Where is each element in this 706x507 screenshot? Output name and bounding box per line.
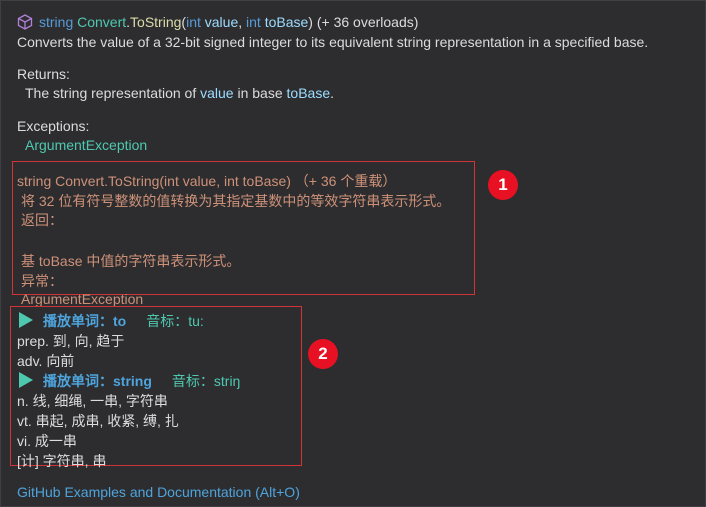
play-word-label[interactable]: 播放单词：string xyxy=(43,373,152,389)
returns-pre: The string representation of xyxy=(25,85,197,101)
return-type: string xyxy=(39,14,74,30)
method-name: ToString xyxy=(130,14,182,30)
param1-type: int xyxy=(186,14,201,30)
play-icon[interactable] xyxy=(19,372,33,388)
definition-line: vt. 串起, 成串, 收紧, 缚, 扎 xyxy=(17,413,179,429)
translation-exception-item: ArgumentException xyxy=(21,291,144,307)
overload-count: (+ 36 overloads) xyxy=(316,14,419,30)
github-docs-link[interactable]: GitHub Examples and Documentation (Alt+O… xyxy=(17,484,300,500)
method-signature: string Convert. ToString(int value, int t… xyxy=(17,12,418,32)
definition-line: adv. 向前 xyxy=(17,353,75,369)
param2-name: toBase xyxy=(264,14,309,30)
definition-line: vi. 成一串 xyxy=(17,433,77,449)
annotation-badge-1: 1 xyxy=(488,170,518,200)
annotation-badge-2: 2 xyxy=(308,339,338,369)
translation-returns-heading: 返回： xyxy=(21,212,63,228)
returns-param-value: value xyxy=(200,85,234,101)
exceptions-heading: Exceptions: xyxy=(17,118,90,134)
class-name[interactable]: Convert xyxy=(77,14,126,30)
play-word-label[interactable]: 播放单词：to xyxy=(43,313,126,329)
phonetic-text: 音标：tu: xyxy=(146,313,204,329)
returns-param-tobase: toBase xyxy=(286,85,331,101)
play-word-string[interactable]: 播放单词：string 音标：striŋ xyxy=(19,371,240,391)
definition-line: n. 线, 细绳, 一串, 字符串 xyxy=(17,393,168,409)
phonetic-text: 音标：striŋ xyxy=(171,373,241,389)
translation-exceptions-heading: 异常： xyxy=(21,273,63,289)
quick-info-tooltip: string Convert. ToString(int value, int t… xyxy=(0,0,706,507)
translation-summary: 将 32 位有符号整数的值转换为其指定基数中的等效字符串表示形式。 xyxy=(21,193,451,209)
cube-icon xyxy=(17,14,33,30)
play-word-to[interactable]: 播放单词：to 音标：tu: xyxy=(19,311,204,331)
comma: , xyxy=(238,14,243,30)
translation-signature: string Convert.ToString(int value, int t… xyxy=(17,173,397,189)
param1-name: value xyxy=(204,14,239,30)
param2-type: int xyxy=(246,14,261,30)
play-icon[interactable] xyxy=(19,312,33,328)
definition-line: prep. 到, 向, 趋于 xyxy=(17,333,125,349)
definition-line: [计] 字符串, 串 xyxy=(17,453,107,469)
returns-post: . xyxy=(330,85,334,101)
returns-mid: in base xyxy=(237,85,283,101)
exception-link[interactable]: ArgumentException xyxy=(25,137,147,153)
returns-heading: Returns: xyxy=(17,66,70,82)
returns-text: The string representation of value in ba… xyxy=(25,85,334,101)
summary-text: Converts the value of a 32-bit signed in… xyxy=(17,34,649,50)
translation-returns-text: 基 toBase 中值的字符串表示形式。 xyxy=(21,253,241,269)
close-paren: ) xyxy=(308,14,313,30)
